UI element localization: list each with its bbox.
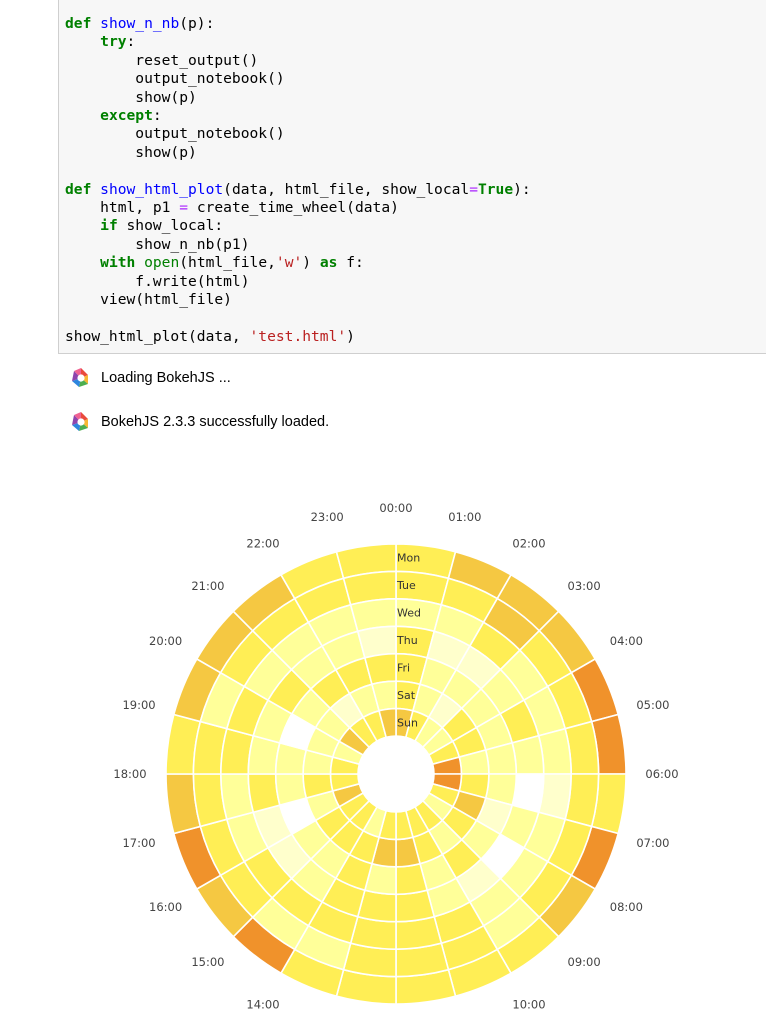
code-token: (p): xyxy=(179,15,215,32)
code-token: open xyxy=(144,254,180,272)
code-token: 'test.html' xyxy=(249,327,347,345)
code-line: def show_html_plot(data, html_file, show… xyxy=(65,181,531,198)
code-token: show_n_nb(p1) xyxy=(65,235,250,253)
code-line: try: xyxy=(65,33,135,50)
code-token: html, p1 xyxy=(65,199,180,217)
hour-tick-label: 01:00 xyxy=(448,510,481,524)
code-line: with open(html_file,'w') as f: xyxy=(65,254,364,271)
loaded-text: BokehJS 2.3.3 successfully loaded. xyxy=(101,414,330,430)
code-token: show_local: xyxy=(117,217,224,235)
code-line: def show_n_nb(p): xyxy=(65,15,214,32)
hour-tick-label: 17:00 xyxy=(122,836,155,850)
day-label: Fri xyxy=(397,661,410,674)
code-token: f: xyxy=(337,254,364,272)
code-token: output_notebook() xyxy=(65,125,285,143)
hour-tick-label: 18:00 xyxy=(113,767,146,781)
code-line: show_html_plot(data, 'test.html') xyxy=(65,328,355,345)
code-token: create_time_wheel(data) xyxy=(188,199,399,217)
code-line: view(html_file) xyxy=(65,291,232,308)
hour-tick-label: 10:00 xyxy=(512,997,545,1011)
code-editor[interactable]: def show_n_nb(p): try: reset_output() ou… xyxy=(65,15,531,346)
loading-text: Loading BokehJS ... xyxy=(101,370,231,386)
hour-tick-label: 20:00 xyxy=(149,634,182,648)
day-label: Wed xyxy=(397,607,421,620)
code-cell[interactable]: def show_n_nb(p): try: reset_output() ou… xyxy=(58,0,766,354)
hour-tick-label: 07:00 xyxy=(636,836,669,850)
code-token: with xyxy=(100,254,136,272)
day-label: Tue xyxy=(396,579,416,592)
day-label: Sun xyxy=(397,716,418,729)
code-token: ): xyxy=(513,180,531,198)
bokeh-logo-icon xyxy=(72,368,88,387)
code-token: : xyxy=(152,107,162,125)
code-token: except xyxy=(100,107,153,125)
code-line: html, p1 = create_time_wheel(data) xyxy=(65,199,399,216)
code-token: = xyxy=(179,199,189,217)
code-token: try xyxy=(100,33,127,51)
hour-tick-label: 08:00 xyxy=(610,900,643,914)
code-token: def xyxy=(65,180,92,198)
bokeh-loaded-output: BokehJS 2.3.3 successfully loaded. xyxy=(70,410,329,434)
hour-tick-label: 02:00 xyxy=(512,537,545,551)
code-line: reset_output() xyxy=(65,52,258,69)
hour-tick-label: 05:00 xyxy=(636,698,669,712)
code-token: reset_output() xyxy=(65,51,259,69)
hour-tick-label: 23:00 xyxy=(311,510,344,524)
code-token: output_notebook() xyxy=(65,70,285,88)
code-token: show(p) xyxy=(65,143,197,161)
code-token: show_html_plot(data, xyxy=(65,327,250,345)
hour-tick-label: 22:00 xyxy=(246,537,279,551)
code-token: ) xyxy=(302,254,320,272)
day-label: Mon xyxy=(397,552,420,565)
code-token: True xyxy=(477,180,514,198)
hour-tick-label: 09:00 xyxy=(568,955,601,969)
code-token: ) xyxy=(346,327,355,345)
time-wheel-chart[interactable]: 00:00 01:00 02:00 03:00 04:00 05:00 06:00 07:00… xyxy=(0,440,766,1023)
code-token: if xyxy=(100,217,118,235)
code-token: = xyxy=(469,180,478,198)
code-token: view(html_file) xyxy=(65,291,232,309)
code-line: if show_local: xyxy=(65,217,223,234)
code-token: as xyxy=(319,254,338,272)
code-line: show_n_nb(p1) xyxy=(65,235,250,253)
code-line: f.write(html) xyxy=(65,272,250,290)
hour-tick-label: 00:00 xyxy=(379,501,412,515)
bokeh-loading-output: Loading BokehJS ... xyxy=(70,366,231,390)
code-token: show_html_plot xyxy=(100,180,224,198)
day-label: Sat xyxy=(397,689,416,702)
hour-tick-label: 19:00 xyxy=(122,698,155,712)
code-line: output_notebook() xyxy=(65,70,285,88)
bokeh-logo-icon xyxy=(72,412,88,431)
code-line: output_notebook() xyxy=(65,125,285,143)
code-token: f.write(html) xyxy=(65,272,250,290)
code-token: def xyxy=(65,15,92,32)
hour-tick-label: 06:00 xyxy=(645,767,678,781)
code-token: (data, html_file, show_local xyxy=(223,180,470,198)
hour-tick-label: 15:00 xyxy=(191,955,224,969)
hour-tick-label: 21:00 xyxy=(191,579,224,593)
code-token: show(p) xyxy=(65,88,197,106)
hour-tick-label: 14:00 xyxy=(246,997,279,1011)
code-token: show_n_nb xyxy=(100,15,180,32)
code-token: (html_file, xyxy=(179,254,276,272)
code-line: show(p) xyxy=(65,89,197,106)
code-line: show(p) xyxy=(65,144,197,161)
hour-tick-label: 16:00 xyxy=(149,900,182,914)
code-token: : xyxy=(126,33,136,51)
code-token: 'w' xyxy=(275,254,303,272)
hour-tick-label: 04:00 xyxy=(610,634,643,648)
day-label: Thu xyxy=(396,634,418,647)
code-line: except: xyxy=(65,107,162,124)
hour-tick-label: 03:00 xyxy=(568,579,601,593)
